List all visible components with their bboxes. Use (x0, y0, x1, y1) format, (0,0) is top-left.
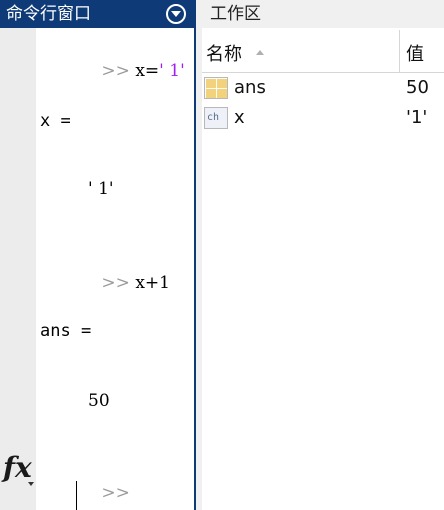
output-line: ans = (40, 321, 92, 341)
column-header-value[interactable]: 值 (406, 40, 424, 66)
workspace-title: 工作区 (210, 4, 261, 24)
variable-value: 50 (406, 77, 429, 98)
command-text: x= (129, 61, 160, 81)
workspace-row-ans[interactable]: ans 50 (202, 76, 444, 102)
output-line: x = (40, 111, 71, 131)
panel-actions-icon[interactable] (166, 4, 186, 24)
variable-name: ans (234, 77, 266, 98)
char-array-icon-label: ch (207, 112, 220, 123)
workspace-titlebar: 工作区 (202, 0, 444, 28)
column-divider[interactable] (399, 30, 400, 72)
panel-splitter[interactable] (194, 0, 202, 510)
numeric-array-icon (204, 77, 228, 99)
variable-name: x (234, 107, 245, 128)
text-cursor (76, 481, 77, 510)
chevron-down-icon (28, 482, 34, 486)
active-prompt[interactable]: >> (40, 460, 130, 510)
command-line: >> x=' 1' (40, 38, 185, 104)
command-text: x+1 (129, 273, 170, 293)
prompt-symbol: >> (101, 273, 130, 293)
command-gutter (0, 28, 36, 510)
string-literal: ' 1' (159, 61, 185, 81)
command-output[interactable]: >> x=' 1' x = ' 1' >> x+1 ans = 50 >> (36, 28, 194, 510)
column-header-name[interactable]: 名称 (206, 40, 242, 66)
command-line: >> x+1 (40, 250, 170, 316)
variable-value: '1' (406, 107, 428, 128)
output-value: 50 (88, 391, 110, 411)
prompt-symbol: >> (101, 483, 130, 503)
char-array-icon: ch (204, 107, 228, 129)
command-window-title: 命令行窗口 (6, 4, 91, 24)
prompt-symbol: >> (101, 61, 130, 81)
command-window[interactable]: 命令行窗口 >> x=' 1' x = ' 1' >> x+1 ans = 50… (0, 0, 194, 510)
workspace-column-header: 名称 值 (202, 30, 444, 73)
output-value: ' 1' (88, 179, 114, 199)
command-window-titlebar: 命令行窗口 (0, 0, 194, 28)
workspace-row-x[interactable]: ch x '1' (202, 106, 444, 132)
sort-ascending-icon (256, 50, 264, 55)
function-browser-icon[interactable]: fx (3, 452, 32, 484)
workspace-panel[interactable]: 工作区 名称 值 ans 50 ch x '1' (202, 0, 444, 510)
